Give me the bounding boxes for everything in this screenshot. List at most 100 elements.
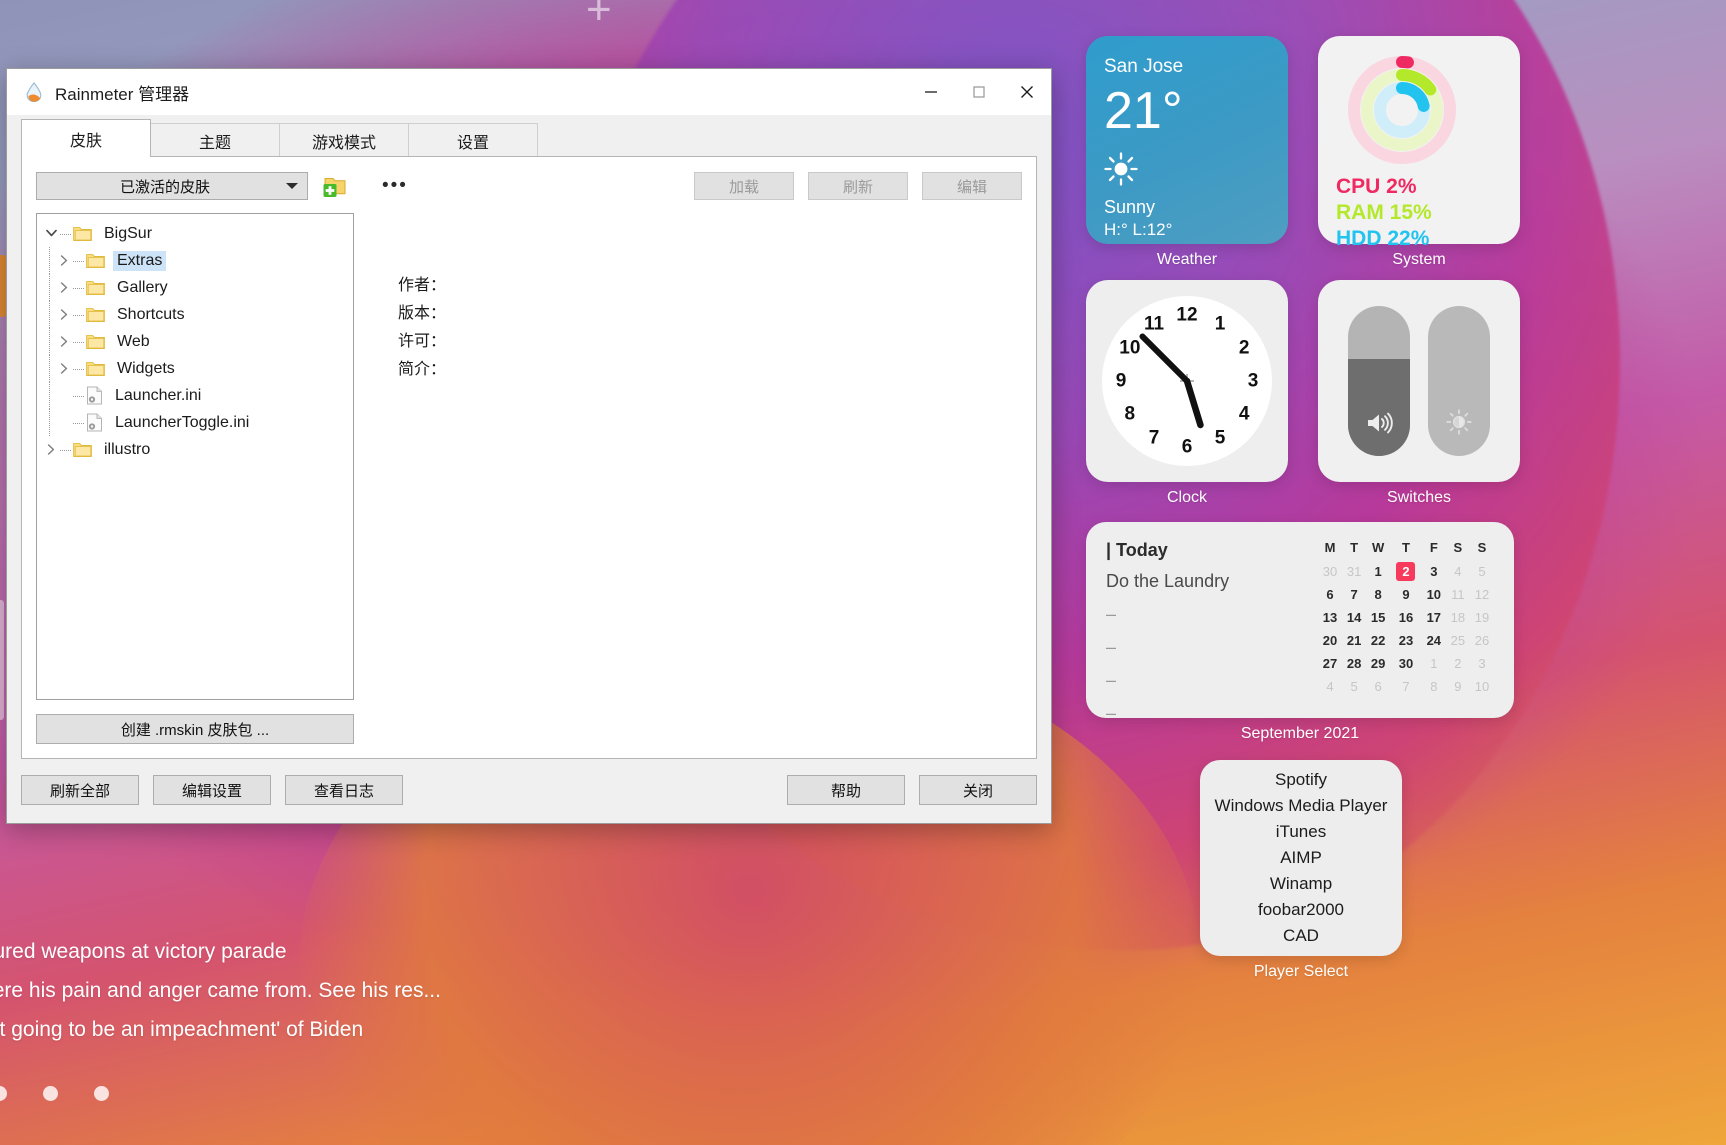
weather-widget[interactable]: San Jose 21° Sunny H:° L:12° Weather [1086, 36, 1288, 269]
system-widget[interactable]: CPU 2% RAM 15% HDD 22% System [1318, 36, 1520, 269]
tree-item-illustro[interactable]: illustro [39, 436, 351, 463]
player-select-widget[interactable]: SpotifyWindows Media PlayeriTunesAIMPWin… [1200, 760, 1402, 981]
tree-item-launcher-ini[interactable]: Launcher.ini [39, 382, 351, 409]
calendar-day-cell[interactable]: 31 [1342, 560, 1366, 583]
player-option[interactable]: foobar2000 [1258, 897, 1344, 923]
load-skin-button[interactable]: 加载 [694, 172, 794, 200]
switches-widget[interactable]: Switches [1318, 280, 1520, 507]
chevron-down-icon[interactable] [43, 229, 60, 238]
calendar-day-cell[interactable]: 4 [1446, 560, 1470, 583]
view-log-button[interactable]: 查看日志 [285, 775, 403, 805]
calendar-day-cell[interactable]: 23 [1390, 629, 1422, 652]
player-option[interactable]: iTunes [1276, 819, 1326, 845]
calendar-day-cell[interactable]: 9 [1390, 583, 1422, 606]
calendar-day-cell[interactable]: 8 [1366, 583, 1390, 606]
calendar-day-cell[interactable]: 1 [1422, 652, 1446, 675]
player-option[interactable]: Spotify [1275, 767, 1327, 793]
calendar-day-cell[interactable]: 22 [1366, 629, 1390, 652]
tab-game-mode[interactable]: 游戏模式 [279, 123, 409, 157]
edit-settings-button[interactable]: 编辑设置 [153, 775, 271, 805]
calendar-day-cell[interactable]: 5 [1470, 560, 1494, 583]
tree-item-widgets[interactable]: Widgets [39, 355, 351, 382]
tree-item-launchertoggle-ini[interactable]: LauncherToggle.ini [39, 409, 351, 436]
calendar-month-grid[interactable]: MTWTFSS 30311234567891011121314151617181… [1318, 540, 1494, 700]
player-option[interactable]: Windows Media Player [1215, 793, 1388, 819]
calendar-day-cell[interactable]: 3 [1470, 652, 1494, 675]
calendar-day-cell[interactable]: 6 [1366, 675, 1390, 698]
calendar-day-cell[interactable]: 12 [1470, 583, 1494, 606]
calendar-card[interactable]: Today Do the Laundry – – – – MTWTFSS 303… [1086, 522, 1514, 718]
more-options-button[interactable]: ••• [376, 177, 414, 195]
calendar-day-cell[interactable]: 30 [1318, 560, 1342, 583]
chevron-right-icon[interactable] [56, 336, 73, 347]
calendar-day-cell[interactable]: 6 [1318, 583, 1342, 606]
player-option[interactable]: AIMP [1280, 845, 1322, 871]
tree-item-web[interactable]: Web [39, 328, 351, 355]
calendar-day-cell[interactable]: 7 [1390, 675, 1422, 698]
close-button[interactable] [1003, 69, 1051, 115]
chevron-right-icon[interactable] [56, 309, 73, 320]
tree-item-gallery[interactable]: Gallery [39, 274, 351, 301]
calendar-today-cell[interactable]: 2 [1390, 560, 1422, 583]
calendar-day-cell[interactable]: 8 [1422, 675, 1446, 698]
player-select-card[interactable]: SpotifyWindows Media PlayeriTunesAIMPWin… [1200, 760, 1402, 956]
chevron-right-icon[interactable] [56, 255, 73, 266]
close-dialog-button[interactable]: 关闭 [919, 775, 1037, 805]
tab-skins[interactable]: 皮肤 [21, 119, 151, 157]
calendar-day-cell[interactable]: 5 [1342, 675, 1366, 698]
calendar-day-cell[interactable]: 18 [1446, 606, 1470, 629]
calendar-day-cell[interactable]: 4 [1318, 675, 1342, 698]
player-option[interactable]: CAD [1283, 923, 1319, 949]
refresh-skin-button[interactable]: 刷新 [808, 172, 908, 200]
calendar-day-cell[interactable]: 26 [1470, 629, 1494, 652]
weather-card[interactable]: San Jose 21° Sunny H:° L:12° [1086, 36, 1288, 244]
calendar-day-cell[interactable]: 21 [1342, 629, 1366, 652]
refresh-all-button[interactable]: 刷新全部 [21, 775, 139, 805]
calendar-day-cell[interactable]: 14 [1342, 606, 1366, 629]
calendar-day-cell[interactable]: 19 [1470, 606, 1494, 629]
minimize-button[interactable] [907, 69, 955, 115]
calendar-day-cell[interactable]: 25 [1446, 629, 1470, 652]
calendar-day-cell[interactable]: 10 [1422, 583, 1446, 606]
brightness-slider[interactable] [1428, 306, 1490, 456]
calendar-day-cell[interactable]: 10 [1470, 675, 1494, 698]
new-folder-plus-icon[interactable] [322, 173, 348, 199]
skin-tree[interactable]: BigSurExtrasGalleryShortcutsWebWidgetsLa… [36, 213, 354, 700]
calendar-day-cell[interactable]: 29 [1366, 652, 1390, 675]
volume-slider[interactable] [1348, 306, 1410, 456]
system-card[interactable]: CPU 2% RAM 15% HDD 22% [1318, 36, 1520, 244]
tree-item-extras[interactable]: Extras [39, 247, 351, 274]
calendar-day-cell[interactable]: 13 [1318, 606, 1342, 629]
calendar-day-cell[interactable]: 11 [1446, 583, 1470, 606]
calendar-day-cell[interactable]: 2 [1446, 652, 1470, 675]
create-rmskin-button[interactable]: 创建 .rmskin 皮肤包 ... [36, 714, 354, 744]
calendar-task-item[interactable]: Do the Laundry [1106, 571, 1318, 592]
clock-widget[interactable]: 121234567891011 Clock [1086, 280, 1288, 507]
tree-item-shortcuts[interactable]: Shortcuts [39, 301, 351, 328]
tab-themes[interactable]: 主题 [150, 123, 280, 157]
edit-skin-button[interactable]: 编辑 [922, 172, 1022, 200]
help-button[interactable]: 帮助 [787, 775, 905, 805]
calendar-day-cell[interactable]: 17 [1422, 606, 1446, 629]
chevron-right-icon[interactable] [56, 363, 73, 374]
tab-settings[interactable]: 设置 [408, 123, 538, 157]
player-option[interactable]: Winamp [1270, 871, 1332, 897]
calendar-day-cell[interactable]: 9 [1446, 675, 1470, 698]
calendar-day-cell[interactable]: 24 [1422, 629, 1446, 652]
calendar-day-cell[interactable]: 27 [1318, 652, 1342, 675]
chevron-right-icon[interactable] [56, 282, 73, 293]
calendar-day-cell[interactable]: 16 [1390, 606, 1422, 629]
chevron-right-icon[interactable] [43, 444, 60, 455]
calendar-day-cell[interactable]: 28 [1342, 652, 1366, 675]
calendar-day-cell[interactable]: 15 [1366, 606, 1390, 629]
calendar-day-cell[interactable]: 20 [1318, 629, 1342, 652]
switches-card[interactable] [1318, 280, 1520, 482]
calendar-day-cell[interactable]: 1 [1366, 560, 1390, 583]
maximize-button[interactable] [955, 69, 1003, 115]
calendar-widget[interactable]: Today Do the Laundry – – – – MTWTFSS 303… [1086, 522, 1514, 743]
calendar-day-cell[interactable]: 3 [1422, 560, 1446, 583]
tree-item-bigsur[interactable]: BigSur [39, 220, 351, 247]
calendar-day-cell[interactable]: 7 [1342, 583, 1366, 606]
skin-filter-dropdown[interactable]: 已激活的皮肤 [36, 172, 308, 200]
calendar-day-cell[interactable]: 30 [1390, 652, 1422, 675]
